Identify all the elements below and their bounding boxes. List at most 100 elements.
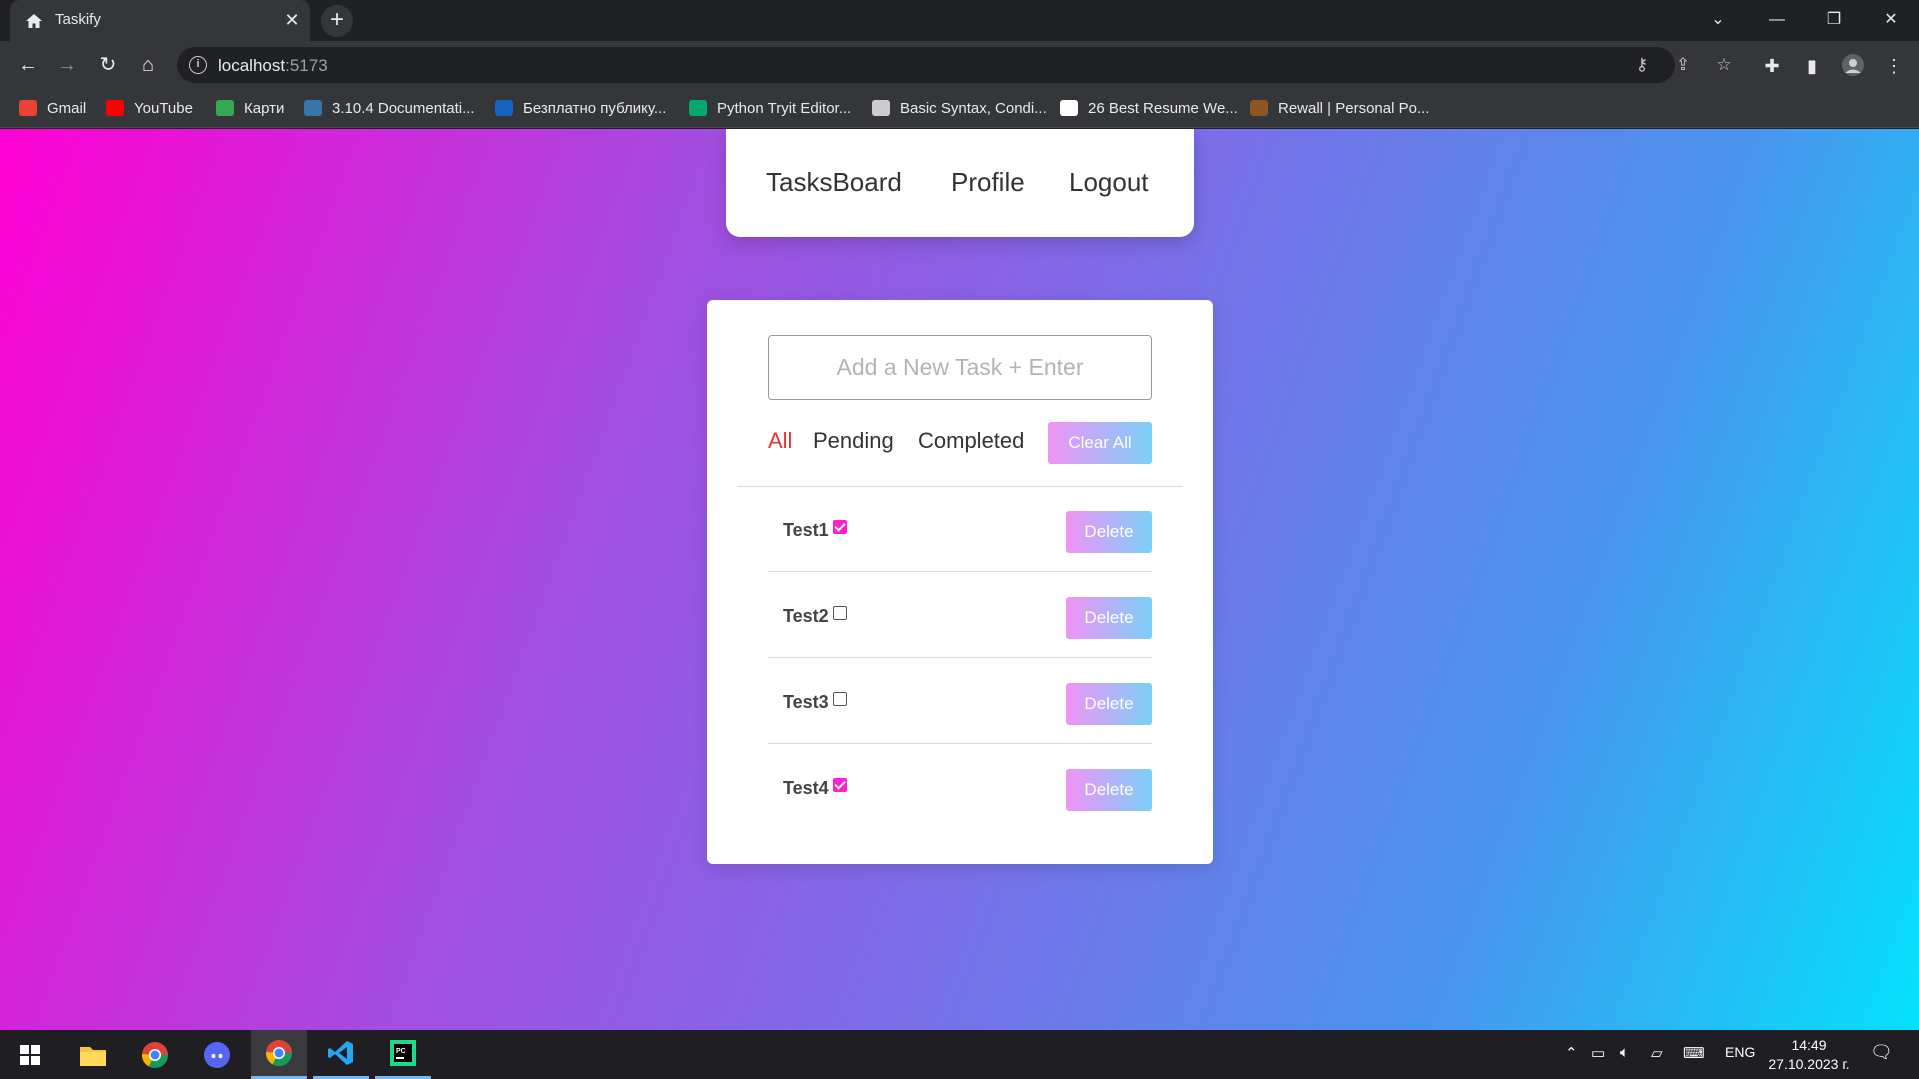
svg-text:PC: PC [396,1048,406,1055]
new-task-input[interactable] [768,335,1152,400]
share-icon[interactable]: ⇪ [1671,54,1695,76]
side-panel-icon[interactable]: ▮ [1799,53,1825,79]
task-name: Test2 [783,606,829,626]
youtube-icon [106,100,124,116]
bookmark-label: Безплатно публику... [523,99,667,117]
site-icon [1250,100,1268,116]
bookmark-label: 26 Best Resume We... [1088,99,1238,117]
filter-completed[interactable]: Completed [918,428,1024,454]
password-key-icon[interactable]: ⚷ [1630,54,1654,76]
bookmark-3[interactable]: 3.10.4 Documentati... [304,98,475,118]
maps-icon [216,100,234,116]
close-tab-icon[interactable]: ✕ [282,10,302,30]
task-row: Test3 Delete [768,658,1152,744]
pycharm-icon[interactable]: PC [375,1030,431,1079]
task-row: Test4 Delete [768,744,1152,830]
task-row: Test1 Delete [768,486,1152,572]
notifications-icon[interactable]: 🗨︎ [1870,1042,1893,1063]
site-icon [1060,100,1078,116]
bookmark-label: Basic Syntax, Condi... [900,99,1047,117]
home-icon[interactable]: ⌂ [133,50,163,80]
windows-taskbar: PC ⌃ ▭ 🔈︎ ▱ ⌨ ENG 14:49 27.10.2023 г. 🗨︎ [0,1030,1919,1079]
minimize-icon[interactable]: — [1762,6,1792,34]
address-bar[interactable]: i localhost:5173 ⚷ ⇪ [177,47,1690,83]
bookmark-2[interactable]: Карти [216,98,284,118]
bookmark-4[interactable]: Безплатно публику... [495,98,666,118]
profile-avatar[interactable] [1840,53,1866,79]
tab-strip: Taskify ✕ + ⌄ — ❐ ✕ [0,0,1919,41]
bookmark-6[interactable]: Basic Syntax, Condi... [872,98,1047,118]
delete-task-button[interactable]: Delete [1066,511,1152,553]
nav-logout-link[interactable]: Logout [1069,167,1149,198]
file-explorer-icon[interactable] [65,1030,121,1079]
chrome-active-icon[interactable] [251,1030,307,1079]
clear-all-button[interactable]: Clear All [1048,422,1152,464]
network-icon[interactable]: ▱ [1651,1044,1663,1062]
bookmark-star-icon[interactable]: ☆ [1712,54,1736,76]
clock-date: 27.10.2023 г. [1768,1056,1850,1072]
reload-icon[interactable]: ↻ [93,50,123,80]
nav-profile-link[interactable]: Profile [951,167,1025,198]
url-text[interactable]: localhost:5173 [218,56,328,76]
task-complete-checkbox[interactable] [833,778,847,792]
home-favicon-icon [26,14,42,28]
tray-chevron-up-icon[interactable]: ⌃ [1565,1044,1578,1062]
gmail-icon [19,100,37,116]
task-complete-checkbox[interactable] [833,606,847,620]
browser-tab[interactable]: Taskify ✕ [10,0,310,41]
task-list: Test1 Delete Test2 Delete Test3 Delete Test4 De… [768,486,1152,830]
keyboard-icon[interactable]: ⌨ [1683,1044,1705,1062]
extensions-icon[interactable]: ✚ [1759,53,1785,79]
task-complete-checkbox[interactable] [833,692,847,706]
nav-tasksboard-link[interactable]: TasksBoard [766,167,902,198]
menu-kebab-icon[interactable]: ⋮ [1881,53,1907,79]
bookmark-label: Карти [244,99,285,117]
language-indicator[interactable]: ENG [1725,1044,1755,1060]
bookmarks-bar: Gmail YouTube Карти 3.10.4 Documentati... Бе… [0,89,1919,128]
site-icon [872,100,890,116]
delete-task-button[interactable]: Delete [1066,597,1152,639]
system-clock[interactable]: 14:49 27.10.2023 г. [1764,1036,1854,1074]
browser-toolbar: ← → ↻ ⌂ i localhost:5173 ⚷ ⇪ ☆ ✚ ▮ ⋮ [0,41,1919,89]
bookmark-1[interactable]: YouTube [106,98,193,118]
bookmark-label: Rewall | Personal Po... [1278,99,1430,117]
battery-icon[interactable]: ▭ [1591,1044,1605,1062]
task-complete-checkbox[interactable] [833,520,847,534]
bookmark-label: YouTube [134,99,193,117]
bookmark-label: Gmail [47,99,87,117]
bookmark-7[interactable]: 26 Best Resume We... [1060,98,1238,118]
clock-time: 14:49 [1791,1037,1827,1053]
bookmark-5[interactable]: Python Tryit Editor... [689,98,851,118]
bookmark-label: 3.10.4 Documentati... [332,99,475,117]
restore-icon[interactable]: ❐ [1819,6,1849,34]
task-name: Test3 [783,692,829,712]
chrome-icon[interactable] [127,1030,183,1079]
close-window-icon[interactable]: ✕ [1876,6,1906,34]
tab-search-icon[interactable]: ⌄ [1703,6,1733,34]
task-row: Test2 Delete [768,572,1152,658]
discord-icon[interactable] [189,1030,245,1079]
tasks-card: All Pending Completed Clear All Test1 Del… [707,300,1213,864]
site-icon [495,100,513,116]
new-tab-button[interactable]: + [321,5,353,37]
start-windows-icon[interactable] [2,1030,58,1079]
tab-title: Taskify [55,11,101,28]
w3schools-icon [689,100,707,116]
forward-icon[interactable]: → [52,50,82,80]
site-info-icon[interactable]: i [189,56,207,74]
page-viewport: TasksBoard Profile Logout All Pending Co… [0,129,1919,1030]
task-name: Test4 [783,778,829,798]
bookmark-0[interactable]: Gmail [19,98,86,118]
python-icon [304,100,322,116]
vscode-icon[interactable] [313,1030,369,1079]
delete-task-button[interactable]: Delete [1066,683,1152,725]
task-name: Test1 [783,520,829,540]
bookmark-8[interactable]: Rewall | Personal Po... [1250,98,1429,118]
volume-icon[interactable]: 🔈︎ [1620,1044,1629,1061]
delete-task-button[interactable]: Delete [1066,769,1152,811]
filter-pending[interactable]: Pending [813,428,894,454]
back-icon[interactable]: ← [13,50,43,80]
bookmark-label: Python Tryit Editor... [717,99,852,117]
filter-all[interactable]: All [768,428,792,454]
app-navbar: TasksBoard Profile Logout [726,129,1194,237]
